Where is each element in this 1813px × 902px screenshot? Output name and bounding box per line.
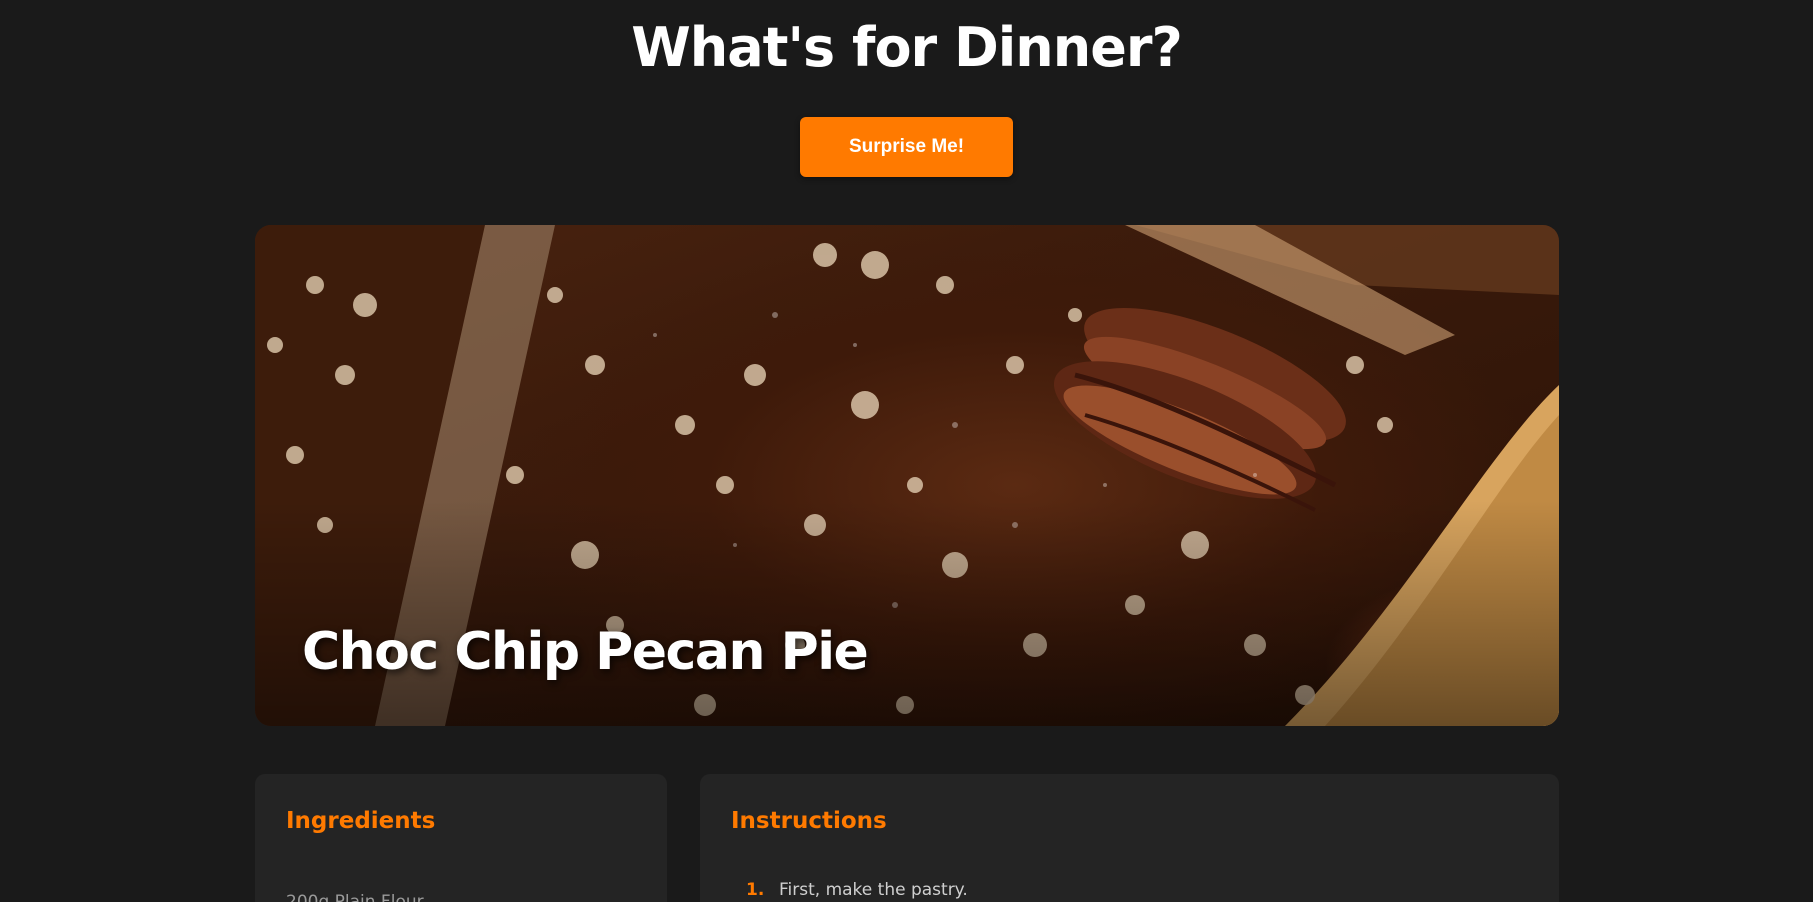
instruction-step: 1. First, make the pastry. (746, 880, 968, 900)
page-title: What's for Dinner? (631, 16, 1183, 79)
ingredient-item: 200g Plain Flour (286, 892, 424, 902)
instructions-heading: Instructions (731, 808, 887, 834)
step-text: First, make the pastry. (779, 880, 968, 900)
meal-hero: Choc Chip Pecan Pie (255, 225, 1559, 726)
page: What's for Dinner? Surprise Me! Choc Chi… (0, 0, 1813, 902)
instructions-card: Instructions 1. First, make the pastry. (700, 774, 1559, 902)
ingredients-heading: Ingredients (286, 808, 436, 834)
ingredients-card: Ingredients 200g Plain Flour (255, 774, 667, 902)
surprise-me-button[interactable]: Surprise Me! (800, 117, 1013, 177)
meal-name: Choc Chip Pecan Pie (302, 622, 869, 682)
step-number: 1. (746, 880, 765, 900)
